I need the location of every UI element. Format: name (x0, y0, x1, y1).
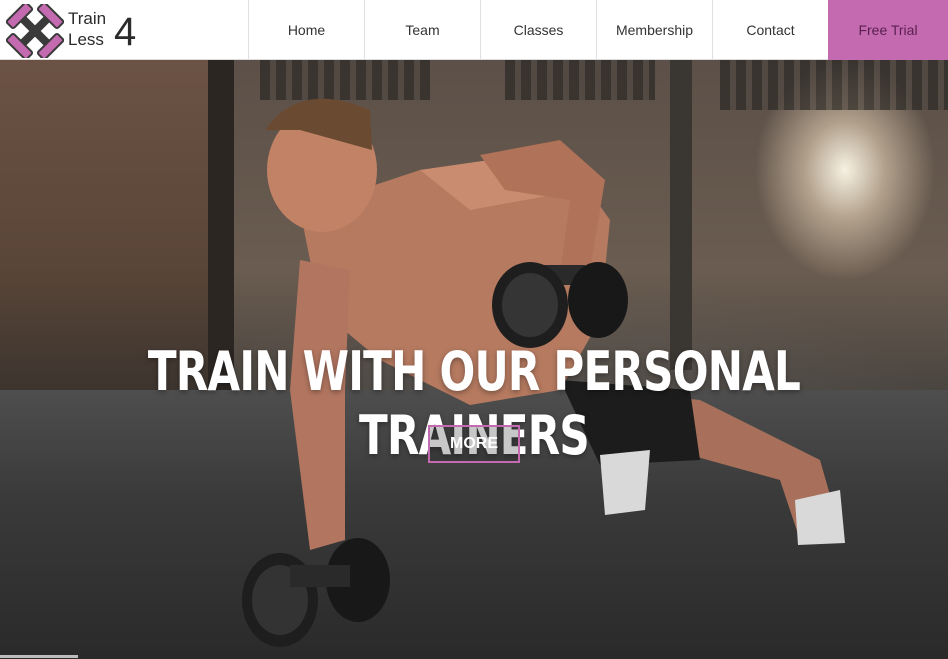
site-header: Train Less 4 Home Team Classes Membershi… (0, 0, 948, 60)
nav-contact[interactable]: Contact (712, 0, 828, 60)
nav-classes[interactable]: Classes (480, 0, 596, 60)
nav-home[interactable]: Home (248, 0, 364, 60)
brand-number: 4 (114, 10, 137, 54)
scrollbar-thumb[interactable] (0, 655, 78, 658)
brand-line-1: Train (68, 9, 107, 28)
free-trial-button[interactable]: Free Trial (828, 0, 948, 60)
brand-logo[interactable]: Train Less 4 (6, 4, 146, 58)
brand-name: Train Less (68, 8, 118, 50)
brand-line-2: Less (68, 30, 104, 49)
nav-team[interactable]: Team (364, 0, 480, 60)
crossed-dumbbells-icon (6, 4, 64, 58)
hero-banner: TRAIN WITH OUR PERSONAL TRAINERS MORE (0, 60, 948, 659)
main-nav: Home Team Classes Membership Contact Fre… (248, 0, 948, 60)
nav-membership[interactable]: Membership (596, 0, 712, 60)
more-button[interactable]: MORE (428, 425, 520, 463)
horizontal-scrollbar[interactable] (0, 653, 948, 659)
